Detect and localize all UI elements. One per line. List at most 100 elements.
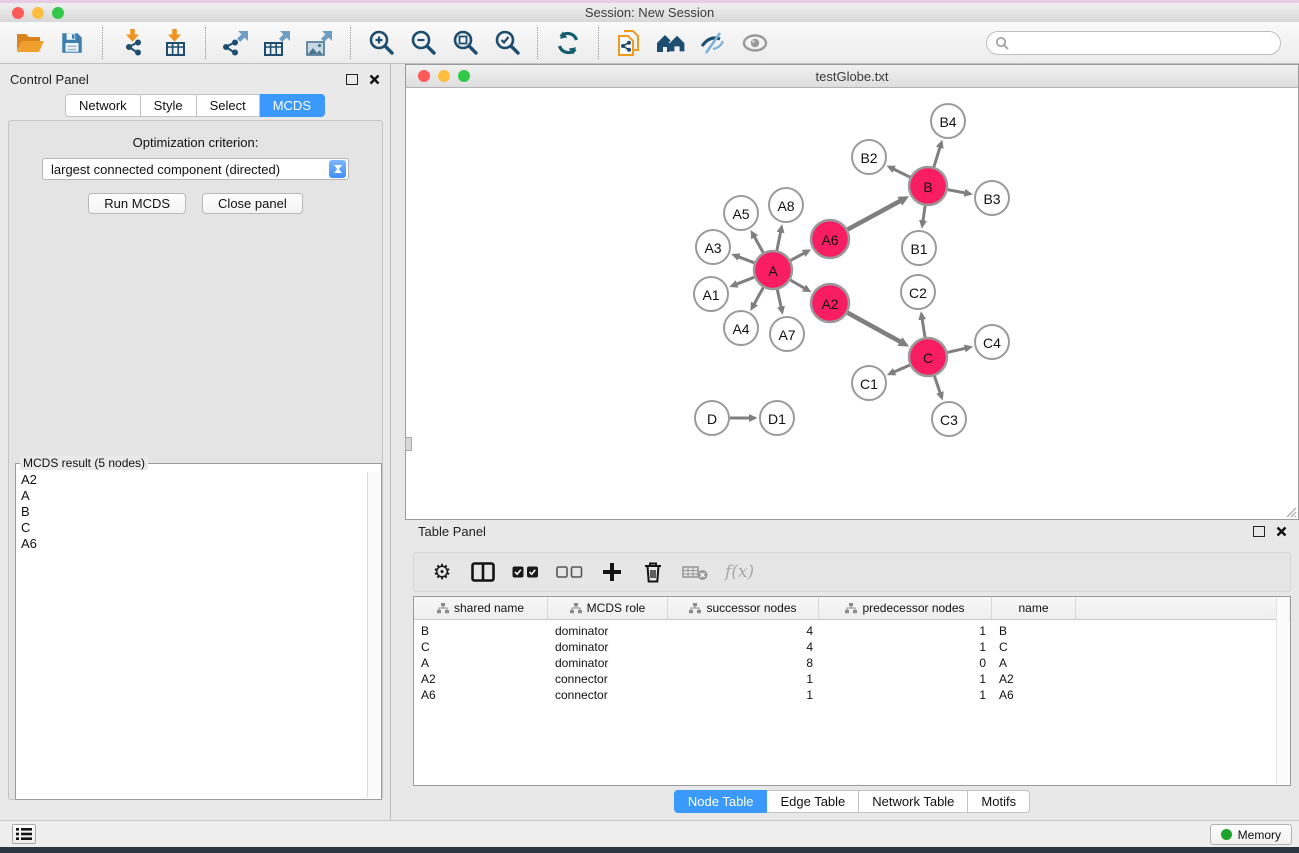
graph-node-A6[interactable]: A6 — [811, 220, 849, 258]
column-header-name[interactable]: name — [992, 597, 1076, 619]
float-table-panel-icon[interactable] — [1253, 526, 1265, 537]
graph-node-D1[interactable]: D1 — [760, 401, 794, 435]
table-cell[interactable]: dominator — [548, 624, 668, 638]
delete-table-icon[interactable] — [682, 558, 708, 586]
apply-layout-icon[interactable] — [551, 26, 585, 60]
table-cell[interactable]: connector — [548, 688, 668, 702]
graph-node-A7[interactable]: A7 — [770, 317, 804, 351]
table-cell[interactable]: 1 — [819, 672, 992, 686]
graph-edge-C-C4[interactable] — [948, 348, 966, 352]
table-cell[interactable]: B — [414, 624, 548, 638]
select-stepper-icon[interactable] — [329, 160, 346, 178]
table-row[interactable]: Cdominator41C — [414, 639, 1290, 655]
column-view-icon[interactable] — [471, 558, 495, 586]
graph-edge-B-B3[interactable] — [948, 190, 966, 193]
graph-edge-A6-B[interactable] — [848, 201, 901, 230]
duplicate-network-icon[interactable] — [612, 26, 646, 60]
mcds-result-item[interactable]: A — [17, 488, 368, 504]
table-cell[interactable]: A2 — [992, 672, 1076, 686]
graph-node-A2[interactable]: A2 — [811, 284, 849, 322]
column-header-predecessor-nodes[interactable]: predecessor nodes — [819, 597, 992, 619]
graph-node-A[interactable]: A — [754, 251, 792, 289]
tab-node-table[interactable]: Node Table — [674, 790, 768, 813]
graph-node-B2[interactable]: B2 — [852, 140, 886, 174]
table-row[interactable]: Bdominator41B — [414, 623, 1290, 639]
graph-node-C1[interactable]: C1 — [852, 366, 886, 400]
canvas-edge-handle[interactable] — [405, 437, 412, 451]
function-builder-icon[interactable]: f(x) — [725, 558, 754, 586]
tab-mcds[interactable]: MCDS — [260, 94, 325, 117]
table-row[interactable]: A2connector11A2 — [414, 671, 1290, 687]
import-network-icon[interactable] — [116, 26, 150, 60]
float-panel-icon[interactable] — [346, 74, 358, 85]
graph-edge-A-A8[interactable] — [777, 232, 781, 251]
mcds-result-scrollbar[interactable] — [367, 472, 380, 798]
graph-node-C3[interactable]: C3 — [932, 402, 966, 436]
tab-select[interactable]: Select — [197, 94, 260, 117]
tab-network[interactable]: Network — [65, 94, 141, 117]
graph-edge-A-A7[interactable] — [777, 290, 781, 308]
add-column-icon[interactable] — [600, 558, 624, 586]
graph-node-C[interactable]: C — [909, 338, 947, 376]
task-history-button[interactable] — [12, 824, 36, 844]
table-cell[interactable]: A6 — [992, 688, 1076, 702]
graph-node-A1[interactable]: A1 — [694, 277, 728, 311]
table-cell[interactable]: 1 — [819, 624, 992, 638]
search-box[interactable] — [986, 31, 1281, 55]
graph-node-A4[interactable]: A4 — [724, 311, 758, 345]
delete-column-icon[interactable] — [641, 558, 665, 586]
memory-button[interactable]: Memory — [1210, 824, 1292, 845]
tab-network-table[interactable]: Network Table — [859, 790, 968, 813]
table-cell[interactable]: dominator — [548, 640, 668, 654]
graph-node-A5[interactable]: A5 — [724, 196, 758, 230]
graph-edge-A2-C[interactable] — [848, 313, 901, 342]
table-cell[interactable]: C — [414, 640, 548, 654]
column-header-successor-nodes[interactable]: successor nodes — [668, 597, 819, 619]
graph-node-B3[interactable]: B3 — [975, 181, 1009, 215]
table-scrollbar[interactable] — [1276, 598, 1289, 784]
table-cell[interactable]: dominator — [548, 656, 668, 670]
export-network-icon[interactable] — [219, 26, 253, 60]
zoom-out-icon[interactable] — [406, 26, 440, 60]
close-panel-button[interactable]: Close panel — [202, 193, 303, 214]
graph-node-B1[interactable]: B1 — [902, 231, 936, 265]
graph-edge-C-C3[interactable] — [934, 376, 940, 394]
mcds-result-list[interactable]: A2ABCA6 — [17, 472, 368, 798]
import-table-icon[interactable] — [158, 26, 192, 60]
table-row[interactable]: A6connector11A6 — [414, 687, 1290, 703]
table-cell[interactable]: connector — [548, 672, 668, 686]
zoom-fit-icon[interactable] — [448, 26, 482, 60]
table-cell[interactable]: B — [992, 624, 1076, 638]
graph-edge-B-B4[interactable] — [934, 147, 940, 167]
close-panel-icon[interactable] — [369, 74, 380, 85]
table-cell[interactable]: 4 — [668, 624, 819, 638]
mcds-result-item[interactable]: A6 — [17, 536, 368, 552]
table-cell[interactable]: C — [992, 640, 1076, 654]
graph-edge-A-A1[interactable] — [736, 277, 754, 284]
tab-edge-table[interactable]: Edge Table — [767, 790, 859, 813]
zoom-selected-icon[interactable] — [490, 26, 524, 60]
graph-node-A3[interactable]: A3 — [696, 230, 730, 264]
column-header-MCDS-role[interactable]: MCDS role — [548, 597, 668, 619]
column-header-shared-name[interactable]: shared name — [414, 597, 548, 619]
graph-edge-B-B1[interactable] — [923, 206, 925, 222]
export-table-icon[interactable] — [261, 26, 295, 60]
close-table-panel-icon[interactable] — [1276, 526, 1287, 537]
mcds-result-item[interactable]: A2 — [17, 472, 368, 488]
graph-node-C2[interactable]: C2 — [901, 275, 935, 309]
graph-edge-A-A2[interactable] — [790, 280, 805, 289]
table-cell[interactable]: 1 — [668, 688, 819, 702]
table-cell[interactable]: 8 — [668, 656, 819, 670]
mcds-result-item[interactable]: C — [17, 520, 368, 536]
graph-node-B[interactable]: B — [909, 167, 947, 205]
resize-grip-icon[interactable] — [1283, 504, 1297, 518]
graph-node-D[interactable]: D — [695, 401, 729, 435]
graph-edge-A-A6[interactable] — [791, 253, 805, 261]
save-session-icon[interactable] — [55, 26, 89, 60]
graph-edge-B-B2[interactable] — [893, 169, 910, 177]
first-neighbors-icon[interactable] — [654, 26, 688, 60]
table-cell[interactable]: A6 — [414, 688, 548, 702]
mcds-result-item[interactable]: B — [17, 504, 368, 520]
network-canvas[interactable]: B4B2BB3A8A5A6A3B1AC2A1A2A4A7C4CC1DD1C3 — [407, 88, 1297, 518]
graph-edge-A-A4[interactable] — [754, 288, 763, 305]
